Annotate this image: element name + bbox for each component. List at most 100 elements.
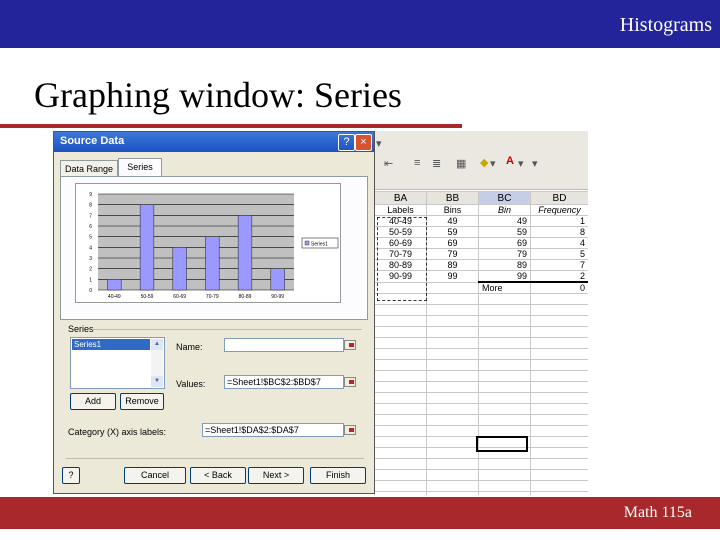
cell[interactable]: 79 [426, 248, 479, 260]
cell[interactable] [426, 381, 479, 393]
cell[interactable] [374, 425, 427, 437]
cell[interactable] [478, 370, 531, 382]
cell[interactable]: Frequency [530, 204, 588, 216]
cell[interactable] [530, 480, 588, 492]
cell[interactable] [374, 370, 427, 382]
toolbar-options-icon[interactable]: ▾ [532, 157, 538, 170]
cell[interactable] [426, 403, 479, 415]
cell[interactable] [478, 480, 531, 492]
cell[interactable] [374, 326, 427, 338]
cell[interactable] [530, 469, 588, 481]
cell[interactable] [478, 348, 531, 360]
cell[interactable]: 59 [426, 226, 479, 238]
cell[interactable] [530, 304, 588, 316]
cell[interactable] [374, 469, 427, 481]
cell[interactable] [530, 436, 588, 448]
cell[interactable] [478, 359, 531, 371]
fill-color-icon[interactable]: ◆ [480, 156, 488, 169]
cell[interactable] [426, 414, 479, 426]
cell[interactable] [374, 491, 427, 495]
cell[interactable]: 4 [530, 237, 588, 249]
cell[interactable] [530, 315, 588, 327]
cell[interactable] [478, 458, 531, 470]
active-cell[interactable] [476, 436, 528, 452]
cell[interactable]: More [478, 281, 531, 294]
toolbar-dropdown-icon[interactable]: ▾ [376, 137, 382, 150]
cell[interactable]: 49 [426, 215, 479, 227]
cell[interactable] [426, 447, 479, 459]
cell[interactable] [426, 293, 479, 305]
cell[interactable] [478, 293, 531, 305]
cell[interactable]: Bin [478, 204, 531, 216]
cell[interactable] [530, 326, 588, 338]
cell[interactable] [426, 337, 479, 349]
borders-icon[interactable]: ▦ [456, 157, 466, 170]
values-collapse-icon[interactable] [344, 377, 356, 387]
cell[interactable] [426, 425, 479, 437]
column-header-bb[interactable]: BB [426, 191, 479, 205]
cell[interactable]: 79 [478, 248, 531, 260]
cell[interactable]: Bins [426, 204, 479, 216]
cell[interactable] [374, 403, 427, 415]
add-series-button[interactable]: Add [70, 393, 116, 410]
scroll-down-icon[interactable]: ▼ [151, 376, 163, 387]
cell[interactable] [478, 403, 531, 415]
cell[interactable] [426, 359, 479, 371]
cell[interactable] [478, 392, 531, 404]
close-button[interactable]: × [355, 134, 372, 151]
cell[interactable]: 69 [478, 237, 531, 249]
cell[interactable]: 1 [530, 215, 588, 227]
cell[interactable] [478, 425, 531, 437]
series-list-item[interactable]: Series1 [72, 339, 150, 350]
column-header-bd[interactable]: BD [530, 191, 588, 205]
values-field[interactable]: =Sheet1!$BC$2:$BD$7 [224, 375, 344, 389]
cell[interactable]: 99 [426, 270, 479, 283]
increase-indent-icon[interactable]: ≣ [432, 157, 441, 170]
cell[interactable] [374, 458, 427, 470]
cell[interactable] [426, 392, 479, 404]
remove-series-button[interactable]: Remove [120, 393, 164, 410]
cell[interactable] [478, 326, 531, 338]
tab-data-range[interactable]: Data Range [60, 160, 118, 176]
cell[interactable]: 2 [530, 270, 588, 283]
help-button[interactable]: ? [338, 134, 355, 151]
decrease-decimal-icon[interactable]: ⇤ [384, 157, 393, 170]
cell[interactable] [374, 480, 427, 492]
cell[interactable] [426, 491, 479, 495]
column-header-ba[interactable]: BA [374, 191, 427, 205]
cell[interactable] [374, 392, 427, 404]
cell[interactable] [426, 458, 479, 470]
cell[interactable] [374, 348, 427, 360]
scroll-up-icon[interactable]: ▲ [151, 339, 163, 350]
cell[interactable] [530, 370, 588, 382]
cell[interactable] [374, 304, 427, 316]
cell[interactable] [426, 304, 479, 316]
cell[interactable] [530, 293, 588, 305]
series-list[interactable]: Series1 ▲ ▼ [70, 337, 165, 389]
back-button[interactable]: < Back [190, 467, 246, 484]
cell[interactable] [426, 469, 479, 481]
cancel-button[interactable]: Cancel [124, 467, 186, 484]
cell[interactable] [426, 480, 479, 492]
cell[interactable] [426, 326, 479, 338]
cell[interactable]: 7 [530, 259, 588, 271]
category-field[interactable]: =Sheet1!$DA$2:$DA$7 [202, 423, 344, 437]
cell[interactable] [530, 381, 588, 393]
cell[interactable]: 99 [478, 270, 531, 283]
next-button[interactable]: Next > [248, 467, 304, 484]
cell[interactable]: 5 [530, 248, 588, 260]
cell[interactable] [478, 337, 531, 349]
category-collapse-icon[interactable] [344, 425, 356, 435]
cell[interactable] [478, 315, 531, 327]
cell[interactable]: 49 [478, 215, 531, 227]
cell[interactable] [530, 359, 588, 371]
cell[interactable] [426, 370, 479, 382]
cell[interactable] [426, 281, 479, 294]
cell[interactable] [530, 425, 588, 437]
cell[interactable] [478, 414, 531, 426]
name-field[interactable] [224, 338, 344, 352]
fill-dropdown-icon[interactable]: ▾ [490, 157, 496, 170]
cell[interactable] [530, 337, 588, 349]
cell[interactable]: Labels [374, 204, 427, 216]
cell[interactable] [374, 381, 427, 393]
